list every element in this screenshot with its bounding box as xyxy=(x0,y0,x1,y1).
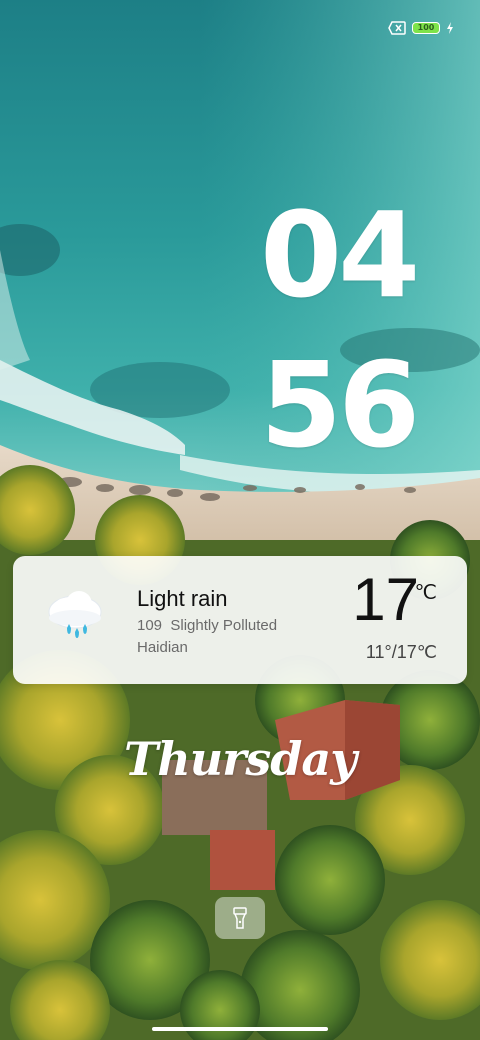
weather-widget[interactable]: Light rain 109 Slightly Polluted Haidian… xyxy=(13,556,467,684)
current-temperature: 17 xyxy=(352,566,419,633)
flashlight-icon xyxy=(233,907,247,929)
lightning-bolt-icon xyxy=(447,22,453,34)
wallpaper-image xyxy=(0,0,480,1040)
air-quality: 109 Slightly Polluted xyxy=(137,617,277,634)
home-indicator[interactable] xyxy=(152,1027,328,1031)
weather-location: Haidian xyxy=(137,639,188,656)
aqi-value: 109 xyxy=(137,617,163,634)
temperature-range: 11°/17℃ xyxy=(365,642,437,662)
temperature-unit: ℃ xyxy=(414,582,437,604)
rain-cloud-icon xyxy=(48,591,102,638)
status-bar: 100 xyxy=(388,18,454,38)
battery-level: 100 xyxy=(417,23,435,32)
clock-hours: 04 xyxy=(260,186,420,324)
battery-indicator: 100 xyxy=(412,22,440,34)
lock-screen: 100 04 56 Light rain 109 Slightly Pollut… xyxy=(0,0,480,1040)
no-sim-icon xyxy=(388,21,406,35)
aqi-label: Slightly Polluted xyxy=(170,617,278,634)
clock-minutes: 56 xyxy=(260,336,420,474)
flashlight-button[interactable] xyxy=(215,897,265,939)
weather-condition: Light rain xyxy=(137,586,228,611)
day-of-week: Thursday xyxy=(124,732,357,786)
